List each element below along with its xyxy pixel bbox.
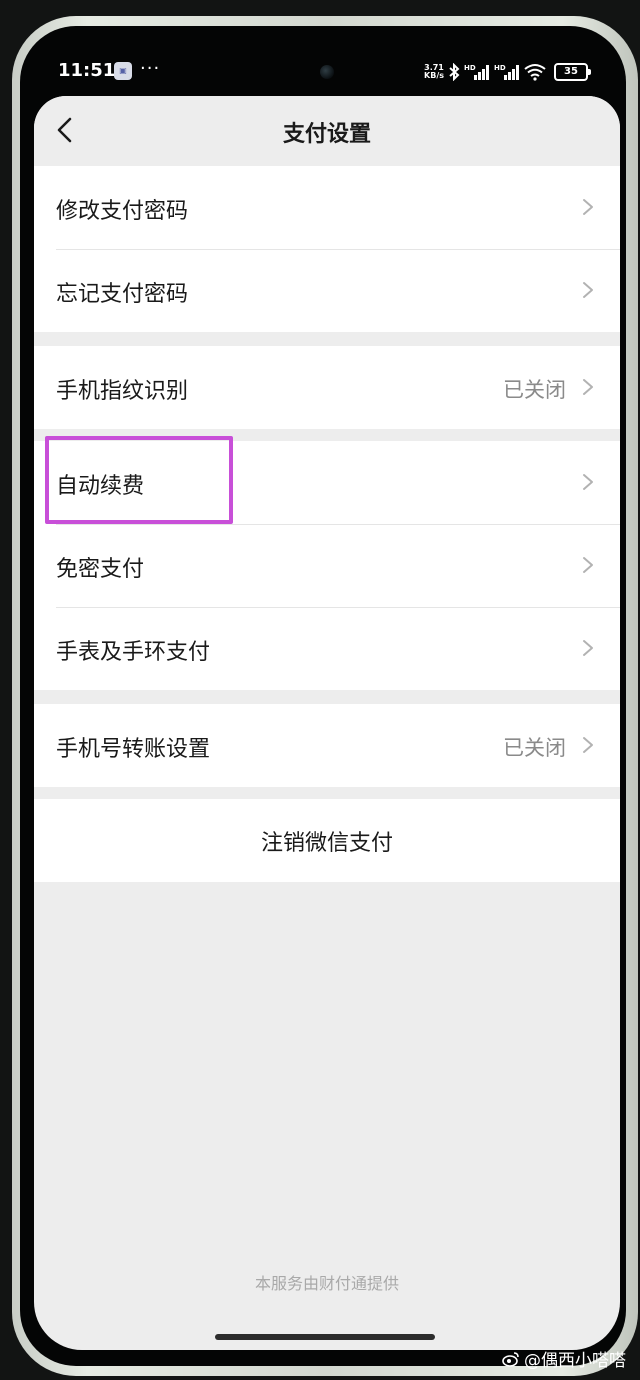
svg-text:HD: HD bbox=[464, 64, 476, 72]
chevron-right-icon bbox=[583, 640, 593, 656]
network-speed: 3.71 KB/s bbox=[424, 64, 444, 80]
wifi-icon bbox=[524, 64, 546, 81]
settings-row-label: 手表及手环支付 bbox=[56, 640, 211, 665]
settings-row-status: 已关闭 bbox=[503, 378, 566, 402]
weibo-logo-icon bbox=[502, 1351, 519, 1367]
logout-label: 注销微信支付 bbox=[260, 831, 393, 856]
hd-signal-icon: HD bbox=[494, 64, 519, 80]
front-camera bbox=[320, 65, 334, 79]
settings-row-watch-band-payment[interactable]: 手表及手环支付 bbox=[34, 607, 620, 690]
settings-group-transfer: 手机号转账设置 已关闭 bbox=[34, 704, 620, 787]
more-dots-icon: ··· bbox=[140, 58, 161, 79]
settings-row-label: 手机号转账设置 bbox=[56, 737, 211, 762]
nav-header: 支付设置 bbox=[34, 96, 620, 166]
chevron-right-icon bbox=[583, 379, 593, 395]
service-provider-note: 本服务由财付通提供 bbox=[254, 1274, 399, 1293]
status-indicators: 3.71 KB/s HD HD 35 bbox=[424, 60, 591, 84]
settings-row-phone-transfer[interactable]: 手机号转账设置 已关闭 bbox=[34, 704, 620, 787]
status-bar: 11:51 ▣ ··· 3.71 KB/s HD HD 35 bbox=[34, 56, 620, 92]
logout-wechat-pay-button[interactable]: 注销微信支付 bbox=[34, 799, 620, 882]
highlight-annotation bbox=[45, 436, 233, 524]
svg-text:HD: HD bbox=[494, 64, 506, 72]
settings-row-label: 修改支付密码 bbox=[56, 199, 189, 224]
app-screen: 支付设置 修改支付密码 忘记支付密码 手机指纹识别 已关闭 自动续费 免密支付 … bbox=[34, 96, 620, 1350]
settings-row-label: 手机指纹识别 bbox=[56, 379, 189, 404]
chevron-right-icon bbox=[583, 557, 593, 573]
chevron-right-icon bbox=[583, 199, 593, 215]
page-title: 支付设置 bbox=[282, 122, 371, 147]
status-time: 11:51 bbox=[58, 60, 116, 81]
settings-row-fingerprint[interactable]: 手机指纹识别 已关闭 bbox=[34, 346, 620, 429]
watermark-text: @偶西小嗒嗒 bbox=[524, 1351, 626, 1371]
chevron-right-icon bbox=[583, 737, 593, 753]
settings-row-label: 忘记支付密码 bbox=[56, 282, 189, 307]
home-indicator[interactable] bbox=[215, 1334, 435, 1340]
settings-row-password-free-payment[interactable]: 免密支付 bbox=[34, 524, 620, 607]
battery-icon: 35 bbox=[554, 63, 591, 81]
watermark: @偶西小嗒嗒 bbox=[502, 1346, 626, 1371]
settings-row-forgot-password[interactable]: 忘记支付密码 bbox=[34, 249, 620, 332]
settings-row-label: 免密支付 bbox=[56, 557, 145, 582]
chevron-right-icon bbox=[583, 282, 593, 298]
settings-row-change-password[interactable]: 修改支付密码 bbox=[34, 166, 620, 249]
bluetooth-icon bbox=[449, 63, 460, 81]
chevron-right-icon bbox=[583, 474, 593, 490]
notification-app-icon: ▣ bbox=[114, 62, 132, 80]
network-speed-unit: KB/s bbox=[424, 71, 444, 80]
settings-group-fingerprint: 手机指纹识别 已关闭 bbox=[34, 346, 620, 429]
settings-group-password: 修改支付密码 忘记支付密码 bbox=[34, 166, 620, 332]
hd-signal-icon: HD bbox=[464, 64, 489, 80]
settings-row-status: 已关闭 bbox=[503, 736, 566, 760]
